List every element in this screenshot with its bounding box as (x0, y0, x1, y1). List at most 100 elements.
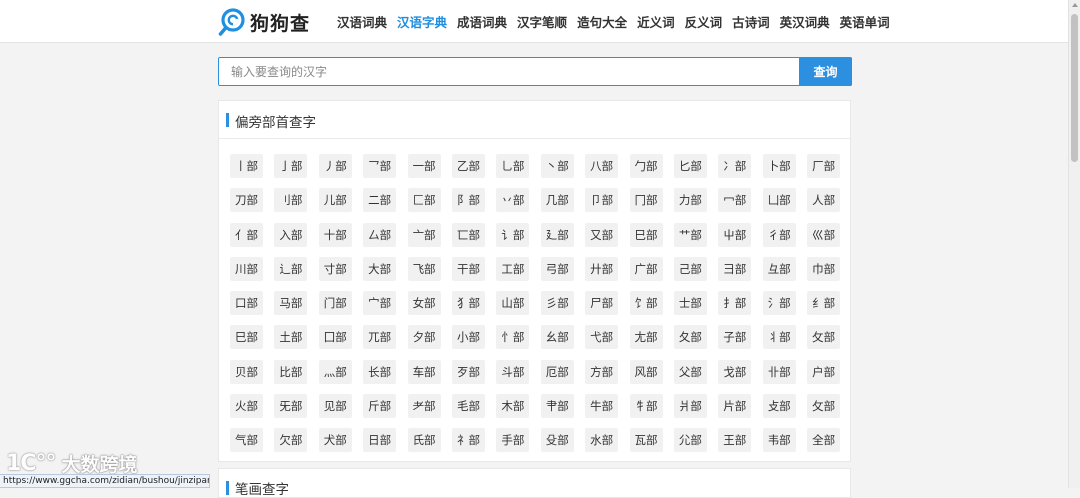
radical-chip[interactable]: 饣部 (629, 291, 663, 316)
radical-chip[interactable]: 弓部 (540, 256, 574, 281)
radical-chip[interactable]: 乚部 (496, 154, 530, 178)
radical-chip[interactable]: 王部 (718, 428, 752, 453)
radical-chip[interactable]: 大部 (363, 256, 397, 281)
radical-chip[interactable]: 寸部 (318, 256, 352, 281)
search-input[interactable] (219, 58, 799, 85)
radical-chip[interactable]: 戈部 (718, 359, 752, 384)
radical-chip[interactable]: 丬部 (762, 325, 796, 350)
radical-chip[interactable]: 幺部 (540, 325, 574, 350)
radical-chip[interactable]: 片部 (718, 394, 752, 419)
scrollbar-thumb[interactable] (1071, 14, 1078, 162)
radical-chip[interactable]: 夕部 (407, 325, 441, 350)
radical-chip[interactable]: 忄部 (496, 325, 530, 350)
radical-chip[interactable]: 攵部 (807, 394, 841, 419)
radical-chip[interactable]: 匸部 (451, 222, 485, 247)
radical-chip[interactable]: 卜部 (762, 154, 796, 178)
radical-chip[interactable]: 手部 (496, 428, 530, 453)
radical-chip[interactable]: 冖部 (718, 188, 752, 213)
radical-chip[interactable]: 川部 (230, 256, 263, 281)
radical-chip[interactable]: 马部 (274, 291, 308, 316)
radical-chip[interactable]: 子部 (718, 325, 752, 350)
radical-chip[interactable]: 灬部 (318, 359, 352, 384)
radical-chip[interactable]: 彐部 (718, 256, 752, 281)
radical-chip[interactable]: 全部 (807, 428, 841, 453)
radical-chip[interactable]: 贝部 (230, 359, 263, 384)
radical-chip[interactable]: 己部 (673, 256, 707, 281)
radical-chip[interactable]: 毛部 (451, 394, 485, 419)
radical-chip[interactable]: 方部 (585, 359, 619, 384)
radical-chip[interactable]: 入部 (274, 222, 308, 247)
radical-chip[interactable]: 巾部 (807, 256, 841, 281)
radical-chip[interactable]: 厂部 (807, 154, 841, 178)
radical-chip[interactable]: 犬部 (318, 428, 352, 453)
radical-chip[interactable]: 口部 (230, 291, 263, 316)
radical-chip[interactable]: 工部 (496, 256, 530, 281)
radical-chip[interactable]: 丿部 (318, 154, 352, 178)
radical-chip[interactable]: 扌部 (718, 291, 752, 316)
radical-chip[interactable]: 耂部 (407, 394, 441, 419)
radical-chip[interactable]: 弋部 (585, 325, 619, 350)
radical-chip[interactable]: 歹部 (451, 359, 485, 384)
radical-chip[interactable]: 乙部 (451, 154, 485, 178)
radical-chip[interactable]: 夂部 (673, 325, 707, 350)
radical-chip[interactable]: 厶部 (363, 222, 397, 247)
radical-chip[interactable]: 巳部 (230, 325, 263, 350)
radical-chip[interactable]: 欠部 (274, 428, 308, 453)
radical-chip[interactable]: 二部 (363, 188, 397, 213)
nav-item-chinese-dictionary[interactable]: 汉语词典 (337, 12, 387, 31)
nav-item-english-words[interactable]: 英语单词 (840, 12, 890, 31)
radical-chip[interactable]: 丷部 (496, 188, 530, 213)
radical-chip[interactable]: 门部 (318, 291, 352, 316)
radical-chip[interactable]: 几部 (540, 188, 574, 213)
search-button[interactable]: 查询 (799, 57, 852, 86)
nav-item-synonyms[interactable]: 近义词 (637, 12, 675, 31)
radical-chip[interactable]: 尢部 (629, 325, 663, 350)
nav-item-antonyms[interactable]: 反义词 (685, 12, 723, 31)
radical-chip[interactable]: 长部 (363, 359, 397, 384)
nav-item-sentence-examples[interactable]: 造句大全 (577, 12, 627, 31)
radical-chip[interactable]: 山部 (496, 291, 530, 316)
radical-chip[interactable]: 氏部 (407, 428, 441, 453)
radical-chip[interactable]: 乛部 (363, 154, 397, 178)
radical-chip[interactable]: 日部 (363, 428, 397, 453)
radical-chip[interactable]: 旡部 (274, 394, 308, 419)
radical-chip[interactable]: 匚部 (407, 188, 441, 213)
radical-chip[interactable]: 韦部 (762, 428, 796, 453)
radical-chip[interactable]: 十部 (318, 222, 352, 247)
radical-chip[interactable]: 凵部 (762, 188, 796, 213)
radical-chip[interactable]: 丨部 (230, 154, 263, 178)
radical-chip[interactable]: 八部 (585, 154, 619, 178)
radical-chip[interactable]: 士部 (673, 291, 707, 316)
nav-item-character-dictionary[interactable]: 汉语字典 (397, 12, 447, 31)
radical-chip[interactable]: 牜部 (629, 394, 663, 419)
radical-chip[interactable]: 斗部 (496, 359, 530, 384)
radical-chip[interactable]: 肀部 (540, 394, 574, 419)
nav-item-idiom-dictionary[interactable]: 成语词典 (457, 12, 507, 31)
radical-chip[interactable]: 风部 (629, 359, 663, 384)
radical-chip[interactable]: 车部 (407, 359, 441, 384)
radical-chip[interactable]: 一部 (407, 154, 441, 178)
radical-chip[interactable]: 殳部 (540, 428, 574, 453)
radical-chip[interactable]: 土部 (274, 325, 308, 350)
radical-chip[interactable]: 宀部 (363, 291, 397, 316)
radical-chip[interactable]: 礻部 (451, 428, 485, 453)
radical-chip[interactable]: 气部 (230, 428, 263, 453)
nav-item-stroke-order[interactable]: 汉字笔顺 (517, 12, 567, 31)
radical-chip[interactable]: 户部 (807, 359, 841, 384)
radical-chip[interactable]: 氵部 (762, 291, 796, 316)
radical-chip[interactable]: 尸部 (585, 291, 619, 316)
radical-chip[interactable]: 廴部 (540, 222, 574, 247)
radical-chip[interactable]: 斤部 (363, 394, 397, 419)
radical-chip[interactable]: 冂部 (629, 188, 663, 213)
radical-chip[interactable]: 水部 (585, 428, 619, 453)
radical-chip[interactable]: 瓦部 (629, 428, 663, 453)
radical-chip[interactable]: 彡部 (540, 291, 574, 316)
radical-chip[interactable]: 阝部 (451, 188, 485, 213)
radical-chip[interactable]: 广部 (629, 256, 663, 281)
radical-chip[interactable]: 匕部 (673, 154, 707, 178)
radical-chip[interactable]: 见部 (318, 394, 352, 419)
radical-chip[interactable]: 厄部 (540, 359, 574, 384)
radical-chip[interactable]: 攴部 (762, 394, 796, 419)
radical-chip[interactable]: 人部 (807, 188, 841, 213)
scroll-up-arrow-icon[interactable] (1072, 3, 1078, 7)
